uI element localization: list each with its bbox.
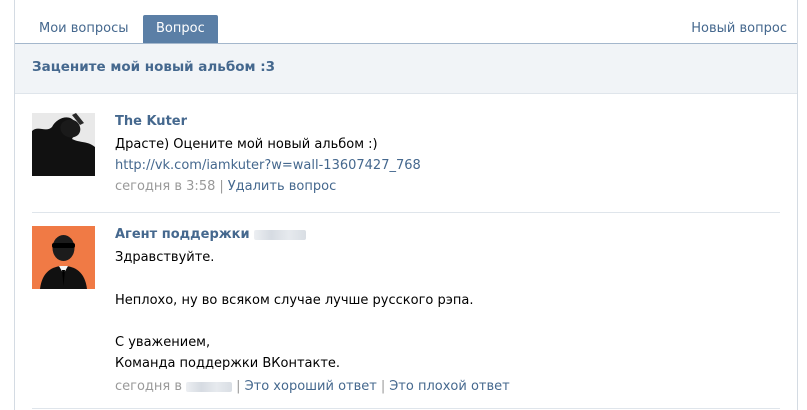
delete-question-link[interactable]: Удалить вопрос: [228, 179, 336, 194]
redacted-id: [254, 229, 307, 240]
post-timestamp: сегодня в 3:58: [115, 179, 216, 194]
support-avatar[interactable]: [32, 226, 95, 289]
answer-post: Агент поддержки Здравствуйте. Неплохо, н…: [32, 226, 780, 409]
question-post: The Kuter Драсте) Оцените мой новый альб…: [32, 113, 780, 213]
answer-author[interactable]: Агент поддержки: [115, 226, 780, 244]
answer-meta: сегодня в | Это хороший ответ | Это плохой …: [115, 376, 780, 397]
bad-answer-link[interactable]: Это плохой ответ: [389, 379, 510, 394]
tab-my-questions[interactable]: Мои вопросы: [26, 15, 141, 43]
support-agent-avatar-icon: [32, 226, 95, 289]
answer-line-greeting: Здравствуйте.: [115, 250, 215, 265]
answer-line-body: Неплохо, ну во всяком случае лучше русск…: [115, 293, 474, 308]
redacted-time: [186, 381, 233, 392]
meta-separator: |: [380, 379, 386, 394]
answer-body: Агент поддержки Здравствуйте. Неплохо, н…: [115, 226, 780, 397]
user-avatar[interactable]: [32, 113, 95, 176]
answer-author-name: Агент поддержки: [115, 227, 250, 242]
question-title-bar: Зацените мой новый альбом :3: [15, 44, 797, 94]
answer-line-signature: Команда поддержки ВКонтакте.: [115, 356, 341, 371]
post-text: Драсте) Оцените мой новый альбом :): [115, 137, 378, 152]
answer-timestamp: сегодня в: [115, 379, 183, 394]
answer-line-regards: С уважением,: [115, 335, 211, 350]
post-author[interactable]: The Kuter: [115, 113, 780, 131]
post-body: The Kuter Драсте) Оцените мой новый альб…: [115, 113, 780, 197]
tab-bar: Мои вопросы Вопрос Новый вопрос: [15, 0, 797, 44]
user-avatar-silhouette-icon: [32, 113, 95, 176]
meta-separator: |: [236, 379, 241, 394]
good-answer-link[interactable]: Это хороший ответ: [245, 379, 377, 394]
page-title: Зацените мой новый альбом :3: [32, 59, 276, 75]
post-meta: сегодня в 3:58 | Удалить вопрос: [115, 176, 780, 197]
post-link[interactable]: http://vk.com/iamkuter?w=wall-13607427_7…: [115, 155, 780, 176]
meta-separator: |: [219, 179, 224, 194]
tab-question[interactable]: Вопрос: [143, 15, 218, 43]
new-question-link[interactable]: Новый вопрос: [691, 15, 787, 43]
questions-panel: Мои вопросы Вопрос Новый вопрос Зацените…: [14, 0, 798, 410]
